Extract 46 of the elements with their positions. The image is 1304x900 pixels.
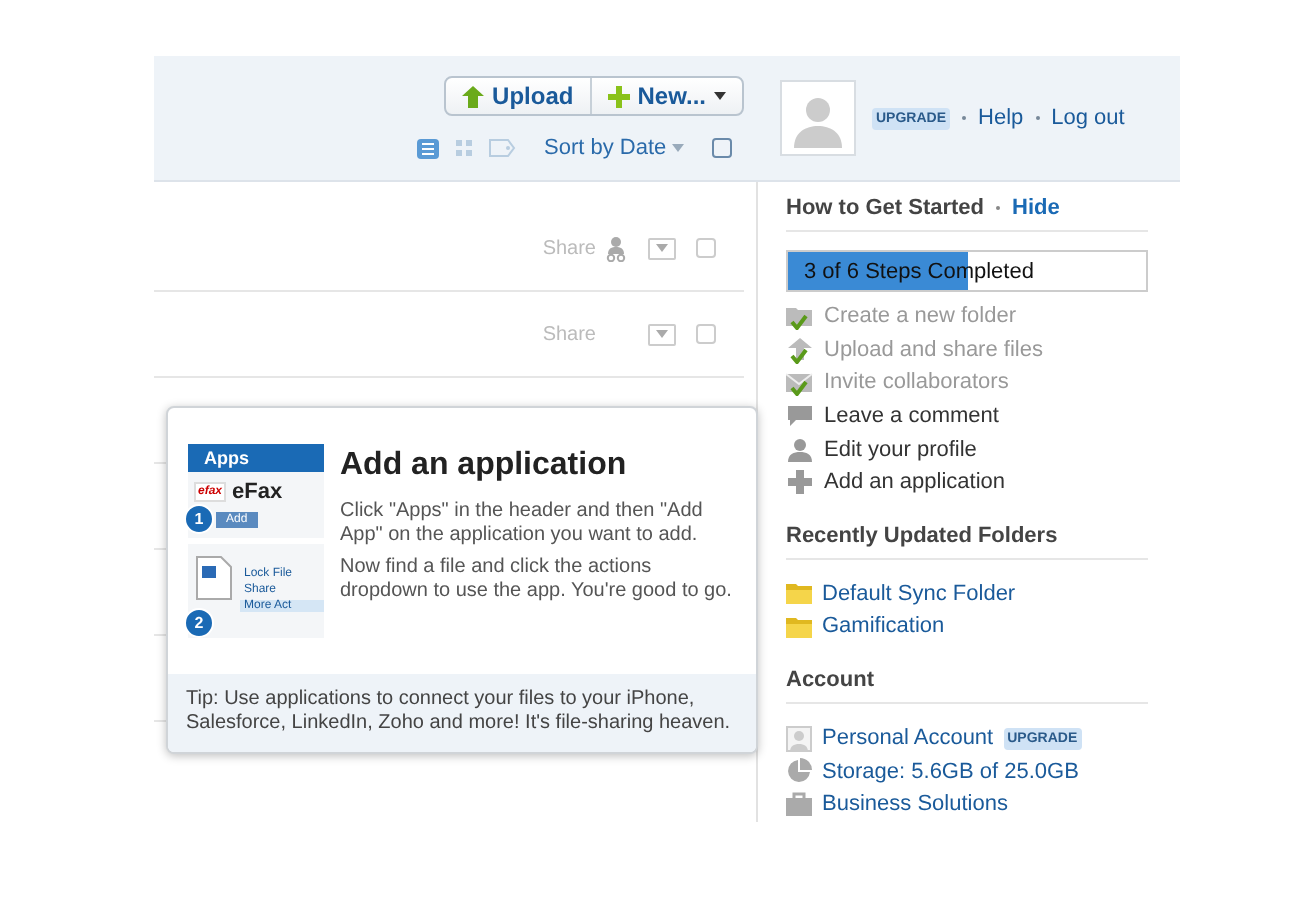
up-arrow-icon <box>462 85 485 107</box>
avatar-icon <box>786 725 812 752</box>
folder-icon <box>786 615 812 638</box>
avatar-placeholder <box>780 80 856 156</box>
account-link[interactable]: Business Solutions <box>822 792 1008 817</box>
row-checkbox[interactable] <box>696 324 716 344</box>
new-button[interactable]: New... <box>591 78 742 114</box>
header-link[interactable]: Help <box>978 106 1024 130</box>
briefcase-icon <box>786 792 812 817</box>
person-icon <box>786 437 814 462</box>
account-link[interactable]: Storage: 5.6GB of 25.0GB <box>822 759 1079 784</box>
step-item[interactable]: Leave a comment <box>824 404 999 429</box>
plus-icon <box>786 470 814 495</box>
caret-icon <box>656 244 668 252</box>
section-heading: Recently Updated Folders <box>786 523 1058 548</box>
grid-view-icon[interactable] <box>456 140 472 156</box>
account-link[interactable]: Personal Account <box>822 726 994 751</box>
popup-text: Now find a file and click the actions dropdown to use the app. You're good to go. <box>340 556 734 604</box>
step-item[interactable]: Edit your profile <box>824 437 977 462</box>
document-icon <box>196 556 232 600</box>
tag-icon[interactable] <box>488 138 516 158</box>
upload-button[interactable]: Upload <box>446 78 592 114</box>
actions-dropdown[interactable] <box>648 323 676 345</box>
folder-icon <box>786 582 812 605</box>
actions-dropdown[interactable] <box>648 237 676 259</box>
list-view-icon[interactable] <box>416 137 440 159</box>
hide-link[interactable]: Hide <box>1012 196 1060 220</box>
upload-icon <box>786 337 814 362</box>
caret-icon <box>714 92 726 100</box>
tip-text: Tip: Use applications to connect your files to your iPhone, Salesforce, LinkedIn, Zoho and more! It's file-sharing heaven. <box>168 674 756 752</box>
speech-bubble-icon <box>786 404 814 429</box>
folder-link[interactable]: Default Sync Folder <box>822 581 1016 606</box>
section-heading: How to Get Started <box>786 196 985 220</box>
caret-icon <box>656 330 668 338</box>
select-all-checkbox[interactable] <box>712 138 732 158</box>
section-heading: Account <box>786 667 874 692</box>
popup-title: Add an application <box>340 448 629 484</box>
step-item[interactable]: Add an application <box>824 470 1006 495</box>
sort-dropdown[interactable]: Sort by Date <box>544 136 685 160</box>
header-link[interactable]: Log out <box>1051 106 1125 130</box>
caret-icon <box>672 144 685 152</box>
plus-icon <box>607 85 630 107</box>
popup-text: Click "Apps" in the header and then "Add App" on the application you want to add. <box>340 500 705 548</box>
pie-chart-icon <box>786 758 812 785</box>
row-checkbox[interactable] <box>696 238 716 258</box>
folder-link[interactable]: Gamification <box>822 614 945 639</box>
